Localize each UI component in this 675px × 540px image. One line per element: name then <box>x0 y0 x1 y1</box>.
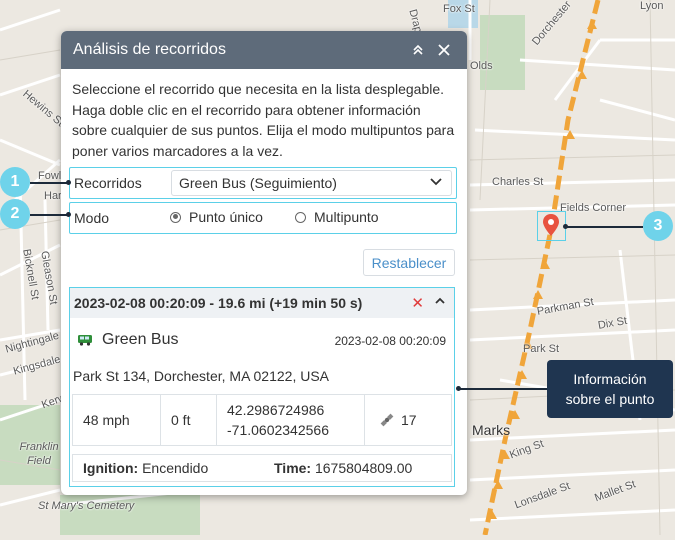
park-label: St Mary's Cemetery <box>38 500 135 512</box>
tooltip-line: Información <box>573 371 647 387</box>
callout-line <box>30 182 68 184</box>
latitude-value: 42.2986724986 <box>227 402 325 418</box>
mode-single-point-radio[interactable]: Punto único <box>170 209 263 225</box>
callout-line <box>566 226 643 228</box>
callout-badge-1: 1 <box>0 167 30 197</box>
reset-button[interactable]: Restablecer <box>363 249 455 276</box>
callout-line <box>458 388 547 390</box>
street-label: Lyon <box>640 0 664 12</box>
ignition-value: Encendido <box>142 460 209 476</box>
altitude-value: 0 ft <box>161 395 217 445</box>
callout-line <box>30 214 68 216</box>
panel-title: Análisis de recorridos <box>73 41 226 58</box>
bus-icon <box>78 335 92 346</box>
track-analysis-panel: Análisis de recorridos Seleccione el rec… <box>61 31 467 495</box>
tooltip-line: sobre el punto <box>565 391 655 407</box>
ignition-label: Ignition: <box>83 460 139 476</box>
map-pin-icon[interactable] <box>543 214 559 238</box>
time-field: Time: 1675804809.00 <box>274 460 412 476</box>
radio-checked-icon <box>170 211 181 223</box>
sensor-row: Ignition: Encendido Time: 1675804809.00 <box>72 454 452 482</box>
radio-unchecked-icon <box>295 211 306 223</box>
route-select-value: Green Bus (Seguimiento) <box>179 175 337 191</box>
callout-dot <box>456 386 461 391</box>
mode-option-label: Punto único <box>189 209 263 225</box>
satellites-cell: 17 <box>365 395 451 445</box>
coordinates: 42.2986724986 -71.0602342566 <box>217 395 365 445</box>
point-params: 48 mph 0 ft 42.2986724986 -71.0602342566… <box>72 394 452 446</box>
delete-icon[interactable]: ✕ <box>411 294 424 312</box>
mode-row: Modo Punto único Multipunto <box>69 202 457 234</box>
point-info-card: 2023-02-08 00:20:09 - 19.6 mi (+19 min 5… <box>69 287 455 487</box>
route-row: Recorridos Green Bus (Seguimiento) <box>69 167 457 199</box>
callout-dot <box>66 180 71 185</box>
close-icon[interactable] <box>431 37 457 63</box>
chevron-up-icon[interactable] <box>434 295 446 307</box>
callout-dot <box>66 212 71 217</box>
unit-name: Green Bus <box>102 331 179 348</box>
point-info-tooltip: Información sobre el punto <box>547 360 673 418</box>
unit-time: 2023-02-08 00:20:09 <box>334 334 446 348</box>
longitude-value: -71.0602342566 <box>227 422 329 438</box>
street-label: Fox St <box>443 3 475 15</box>
unit-name-row: Green Bus <box>78 331 178 349</box>
mode-label: Modo <box>74 210 110 226</box>
address: Park St 134, Dorchester, MA 02122, USA <box>73 368 330 384</box>
time-label: Time: <box>274 460 312 476</box>
route-label: Recorridos <box>74 175 142 191</box>
ignition-field: Ignition: Encendido <box>83 460 208 476</box>
street-label: Charles St <box>492 176 544 188</box>
park-label: Franklin Field <box>19 441 59 467</box>
street-label: Fields Corner <box>560 202 627 214</box>
chevron-down-icon <box>430 178 442 186</box>
double-chevron-up-icon[interactable] <box>405 37 431 63</box>
card-header-text: 2023-02-08 00:20:09 - 19.6 mi (+19 min 5… <box>74 295 363 311</box>
place-label: Marks <box>472 422 511 438</box>
satellites-value: 17 <box>401 412 417 428</box>
satellite-icon <box>380 413 394 427</box>
card-header[interactable]: 2023-02-08 00:20:09 - 19.6 mi (+19 min 5… <box>70 288 454 318</box>
panel-header: Análisis de recorridos <box>61 31 467 69</box>
mode-option-label: Multipunto <box>314 209 379 225</box>
speed-value: 48 mph <box>73 395 161 445</box>
street-label: Olds <box>470 60 493 72</box>
street-label: Park St <box>523 343 560 355</box>
callout-dot <box>563 224 568 229</box>
time-value: 1675804809.00 <box>314 460 413 476</box>
panel-description: Seleccione el recorrido que necesita en … <box>72 81 455 159</box>
callout-badge-3: 3 <box>643 211 673 241</box>
callout-badge-2: 2 <box>0 199 30 229</box>
mode-multipoint-radio[interactable]: Multipunto <box>295 209 379 225</box>
route-select[interactable]: Green Bus (Seguimiento) <box>171 170 452 196</box>
